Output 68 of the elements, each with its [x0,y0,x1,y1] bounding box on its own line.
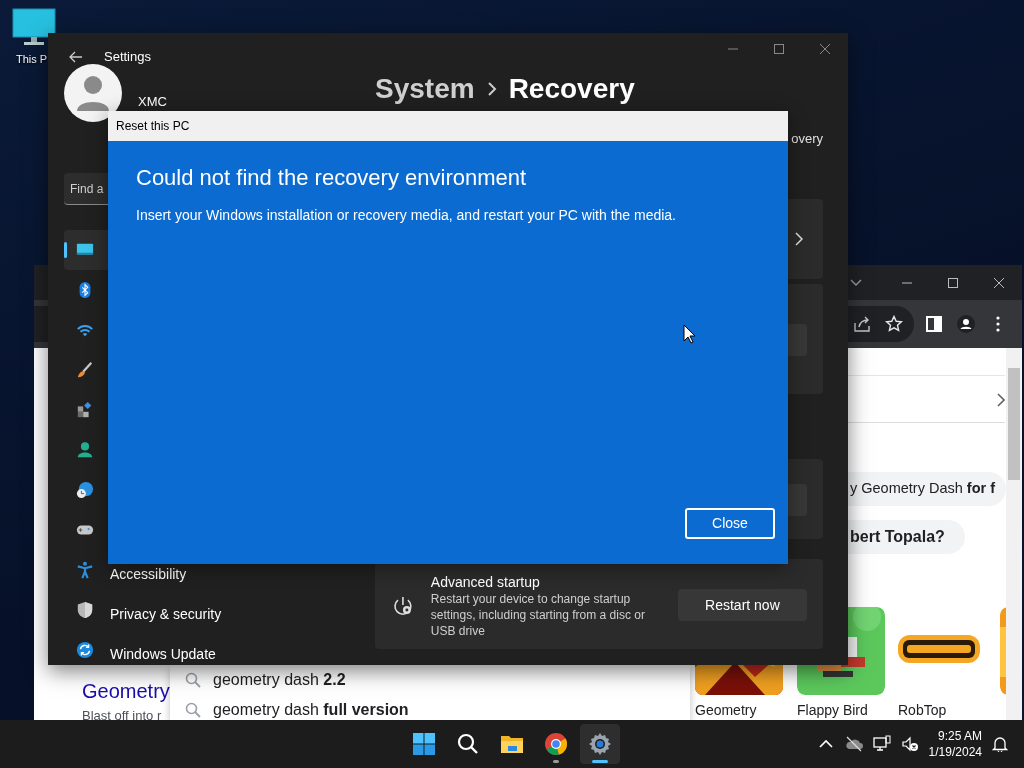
search-icon [456,732,480,756]
card-description: Restart your device to change startup settings, including starting from a disc or USB drive [430,591,646,639]
maximize-icon [947,276,959,289]
profile-button[interactable] [954,312,978,336]
accessibility-icon [76,561,94,579]
apps-icon [76,401,94,419]
bell-icon [992,736,1008,752]
person-icon [76,75,110,111]
scrollbar[interactable] [1006,348,1022,720]
nav-item[interactable]: Windows Update [64,630,354,670]
volume-button[interactable] [900,735,919,753]
back-arrow-icon [69,51,83,63]
cloud-icon [844,735,863,753]
card-title: Advanced startup [430,573,541,591]
cursor-icon [683,324,696,344]
result-snippet: Blast off into r [82,707,162,720]
tile-label[interactable]: Flappy Bird [797,700,868,720]
cloud-button[interactable] [844,735,863,753]
side-panel-icon [925,315,943,333]
close-button[interactable]: Close [685,508,775,539]
gear-icon [588,732,612,756]
avatar[interactable] [64,64,122,122]
suggestion-item[interactable]: geometry dash 2.2 [213,668,346,692]
search-icon [185,702,201,718]
page-title: Recovery [508,72,635,106]
tile-label[interactable]: RobTop [898,700,947,720]
restart-now-button[interactable]: Restart now [677,589,807,621]
sync-icon [76,641,94,659]
browser-icon [544,732,568,756]
volume-muted-icon [900,735,919,753]
more-icon [996,316,1000,332]
breadcrumb-link[interactable]: System [375,72,475,106]
chevron-right-icon [486,81,497,97]
share-icon [853,315,871,333]
dialog-heading: Could not find the recovery environment [136,164,528,192]
desktop-icon-label[interactable]: This P [16,51,48,68]
monitor-icon[interactable] [12,8,56,46]
star-icon [885,315,903,333]
nav-item[interactable]: Privacy & security [64,590,354,630]
chevron-right-icon [795,232,803,246]
chevron-down-icon [850,278,862,287]
window-title: Settings [104,48,151,67]
maximize-icon [773,43,785,55]
close-icon [993,276,1005,289]
dialog-title: Reset this PC [108,111,788,141]
globe-clock-icon [76,481,94,499]
profile-icon [957,315,975,333]
shield-icon [76,601,94,619]
page-subtitle: overy [790,131,823,147]
brush-icon [76,361,94,379]
tile-label[interactable]: Geometry [695,700,757,720]
suggestion-item[interactable]: geometry dash full version [213,698,409,720]
person-icon [76,441,94,459]
clock[interactable]: 9:25 AM 1/19/2024 [928,728,982,760]
user-name: XMC [138,95,167,111]
windows-logo-icon [412,732,436,756]
result-title-link[interactable]: Geometry [82,676,170,706]
chevron-right-icon[interactable] [997,393,1005,407]
search-icon [185,672,201,688]
network-icon [872,735,891,753]
network-button[interactable] [872,735,891,753]
question-chip[interactable]: bert Topala? [848,520,965,554]
power-gear-icon [392,595,414,617]
notifications-button[interactable] [992,736,1008,752]
close-icon [819,43,831,55]
settings-button[interactable] [580,724,620,764]
dialog-message: Insert your Windows installation or recovery media, and restart your PC with the media. [136,206,677,225]
related-search-chip[interactable]: y Geometry Dash for f [848,472,1006,506]
